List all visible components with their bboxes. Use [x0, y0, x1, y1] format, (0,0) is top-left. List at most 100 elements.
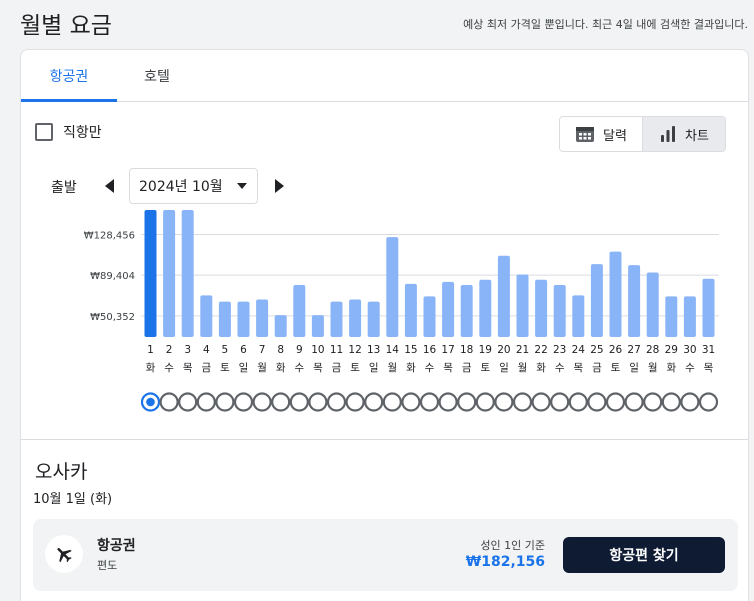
fare-bar[interactable]	[218, 301, 231, 337]
chart-view-button[interactable]: 차트	[643, 117, 725, 151]
day-label: 22	[534, 344, 547, 356]
fare-bar[interactable]	[479, 279, 492, 337]
triangle-right-icon	[275, 179, 284, 193]
date-radio[interactable]	[196, 392, 216, 412]
date-radio[interactable]	[252, 392, 272, 412]
fare-bar[interactable]	[497, 255, 510, 337]
fare-bar[interactable]	[590, 264, 603, 337]
fare-bar[interactable]	[200, 295, 213, 337]
fare-bar[interactable]	[256, 299, 269, 337]
day-label: 13	[367, 344, 380, 356]
weekday-label: 화	[146, 362, 156, 374]
weekday-label: 일	[499, 361, 509, 374]
triangle-left-icon	[105, 179, 114, 193]
date-radio[interactable]	[159, 392, 179, 412]
date-radio[interactable]	[661, 392, 681, 412]
date-radio[interactable]	[568, 392, 588, 412]
fare-bar[interactable]	[423, 296, 436, 337]
caret-down-icon	[237, 183, 247, 189]
date-radio[interactable]	[364, 392, 384, 412]
fare-bar[interactable]	[330, 301, 343, 337]
date-radio[interactable]	[289, 392, 309, 412]
tab-hotels[interactable]: 호텔	[117, 50, 197, 102]
fare-bar[interactable]	[535, 279, 548, 337]
fare-bar[interactable]	[553, 284, 566, 337]
fare-bar[interactable]	[349, 299, 362, 337]
next-month-button[interactable]	[269, 176, 289, 196]
fare-bar[interactable]	[646, 272, 659, 337]
date-radio[interactable]	[345, 392, 365, 412]
date-radio[interactable]	[550, 392, 570, 412]
date-radio[interactable]	[419, 392, 440, 412]
previous-month-button[interactable]	[100, 176, 120, 196]
day-label: 4	[203, 344, 210, 356]
fare-bar[interactable]	[442, 281, 455, 337]
fare-bar[interactable]	[572, 295, 585, 337]
date-radio[interactable]	[643, 392, 663, 412]
day-label: 30	[683, 344, 696, 356]
fare-bar[interactable]	[144, 210, 157, 337]
day-label: 10	[311, 344, 324, 356]
fare-bar[interactable]	[460, 284, 473, 337]
direct-only-checkbox[interactable]	[35, 123, 53, 141]
date-radio[interactable]	[680, 392, 700, 412]
weekday-label: 일	[629, 361, 639, 374]
fare-bar[interactable]	[609, 251, 622, 337]
weekday-label: 토	[220, 362, 230, 374]
fare-bar[interactable]	[665, 296, 678, 337]
active-tab-indicator	[21, 99, 117, 102]
fare-bar[interactable]	[628, 265, 641, 337]
fare-bar[interactable]	[293, 284, 306, 337]
date-radio[interactable]	[624, 392, 644, 412]
day-label: 17	[441, 344, 454, 356]
day-label: 2	[166, 344, 173, 356]
fare-bar[interactable]	[237, 301, 250, 337]
month-select[interactable]: 2024년 10월	[129, 168, 258, 204]
direct-only-filter[interactable]: 직항만	[35, 122, 102, 142]
date-radio[interactable]	[438, 392, 458, 412]
weekday-label: 일	[239, 361, 249, 374]
day-label: 20	[497, 344, 510, 356]
fare-bar[interactable]	[181, 210, 194, 337]
date-radio[interactable]	[178, 392, 198, 412]
date-radio[interactable]	[271, 392, 291, 412]
date-radio[interactable]	[326, 392, 347, 412]
fare-bar[interactable]	[516, 274, 529, 337]
date-radio[interactable]	[531, 392, 551, 412]
date-radio[interactable]	[475, 392, 495, 412]
date-radio[interactable]	[605, 392, 626, 412]
weekday-label: 목	[573, 362, 583, 374]
date-radio[interactable]	[233, 392, 254, 412]
fare-bar[interactable]	[702, 278, 715, 337]
tab-flights[interactable]: 항공권	[21, 50, 117, 102]
day-label: 21	[516, 344, 529, 356]
tab-hotels-label: 호텔	[144, 69, 170, 85]
weekday-label: 토	[480, 362, 490, 374]
date-radio[interactable]	[587, 392, 607, 412]
date-radio[interactable]	[382, 392, 402, 412]
day-label: 28	[646, 344, 659, 356]
fare-bar[interactable]	[311, 315, 324, 337]
date-radio[interactable]	[698, 392, 719, 412]
date-radio[interactable]	[494, 392, 514, 412]
fare-bar[interactable]	[404, 283, 417, 337]
find-flights-label: 항공편 찾기	[609, 548, 679, 564]
fare-bar[interactable]	[274, 315, 287, 337]
weekday-label: 월	[518, 362, 528, 374]
fare-bar[interactable]	[683, 296, 696, 337]
weekday-label: 목	[183, 362, 193, 374]
fare-bar[interactable]	[386, 237, 399, 337]
tab-bar: 항공권 호텔	[21, 50, 748, 102]
fare-bar[interactable]	[367, 301, 380, 337]
y-tick-label: ₩128,456	[84, 231, 135, 242]
calendar-view-button[interactable]: 달력	[560, 117, 643, 151]
date-radio[interactable]	[215, 392, 235, 412]
weekday-label: 금	[332, 362, 342, 374]
fare-bar[interactable]	[163, 210, 176, 337]
date-radio[interactable]	[457, 392, 477, 412]
find-flights-button[interactable]: 항공편 찾기	[563, 537, 725, 573]
date-radio[interactable]	[308, 392, 328, 412]
date-radio[interactable]	[401, 392, 421, 412]
day-label: 31	[702, 344, 715, 356]
date-radio[interactable]	[512, 392, 533, 412]
